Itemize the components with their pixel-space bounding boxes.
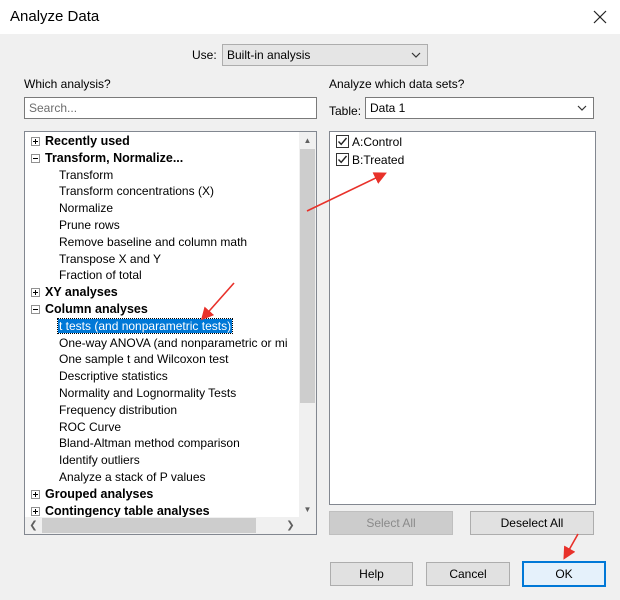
tree-item-label: ROC Curve <box>59 419 122 434</box>
tree-category-label: Contingency table analyses <box>45 503 210 518</box>
tree-item[interactable]: t tests (and nonparametric tests) <box>25 317 297 335</box>
tree-item-label: t tests (and nonparametric tests) <box>56 317 234 334</box>
table-dropdown[interactable]: Data 1 <box>365 97 594 119</box>
tree-item-label: Prune rows <box>59 217 120 232</box>
tree-item[interactable]: Fraction of total <box>25 267 297 284</box>
tree-item-label: Frequency distribution <box>59 402 178 417</box>
close-icon <box>593 10 607 24</box>
tree-item-label: Identify outliers <box>59 453 140 468</box>
tree-item[interactable]: One-way ANOVA (and nonparametric or mi <box>25 335 297 352</box>
scroll-down-icon[interactable]: ▼ <box>299 501 316 518</box>
tree-category[interactable]: Column analyses <box>25 301 297 318</box>
data-set-label: A:Control <box>352 134 403 149</box>
tree-item-label: Transpose X and Y <box>59 251 162 266</box>
tree-item[interactable]: Normalize <box>25 200 297 217</box>
expand-icon[interactable] <box>31 506 40 516</box>
tree-item-label: Fraction of total <box>59 268 142 283</box>
use-label: Use: <box>192 48 217 62</box>
tree-item[interactable]: Frequency distribution <box>25 402 297 419</box>
table-dropdown-value: Data 1 <box>370 101 406 115</box>
scroll-corner <box>299 517 316 534</box>
tree-item[interactable]: Identify outliers <box>25 452 297 469</box>
data-set-label: B:Treated <box>352 152 405 167</box>
tree-item[interactable]: Prune rows <box>25 217 297 234</box>
expand-icon[interactable] <box>31 137 40 146</box>
expand-icon[interactable] <box>31 489 40 499</box>
search-box[interactable] <box>24 97 317 119</box>
chevron-down-icon <box>577 105 587 111</box>
check-icon <box>337 137 348 146</box>
help-button[interactable]: Help <box>330 562 413 586</box>
tree-item-label: One-way ANOVA (and nonparametric or mi <box>59 335 288 350</box>
dialog-title: Analyze Data <box>10 8 100 25</box>
tree-category[interactable]: Grouped analyses <box>25 486 297 503</box>
title-bar: Analyze Data <box>0 0 620 34</box>
tree-category[interactable]: XY analyses <box>25 284 297 301</box>
collapse-icon[interactable] <box>31 304 40 314</box>
check-icon <box>337 155 348 164</box>
data-sets-heading: Analyze which data sets? <box>329 77 465 91</box>
data-set-item[interactable]: B:Treated <box>336 151 404 168</box>
tree-item-label: Normalize <box>59 201 114 216</box>
tree-category-label: Transform, Normalize... <box>45 150 184 165</box>
ok-button[interactable]: OK <box>522 561 606 587</box>
tree-item[interactable]: Remove baseline and column math <box>25 234 297 251</box>
tree-item[interactable]: Transpose X and Y <box>25 251 297 268</box>
scroll-left-icon[interactable]: ❮ <box>25 517 42 534</box>
analysis-tree-list: Recently used Transform, Normalize... Tran… <box>25 133 297 519</box>
tree-item-label: One sample t and Wilcoxon test <box>59 352 229 367</box>
tree-horizontal-scrollbar[interactable]: ❮ ❯ <box>25 517 316 534</box>
table-label: Table: <box>329 104 362 118</box>
tree-item[interactable]: Normality and Lognormality Tests <box>25 385 297 402</box>
data-set-checkbox[interactable] <box>336 135 349 148</box>
tree-item[interactable]: ROC Curve <box>25 419 297 436</box>
collapse-icon[interactable] <box>31 153 40 163</box>
tree-category[interactable]: Recently used <box>25 133 297 150</box>
which-analysis-heading: Which analysis? <box>24 77 111 91</box>
tree-item-label: Bland-Altman method comparison <box>59 436 240 451</box>
tree-item[interactable]: Transform <box>25 167 297 184</box>
tree-category[interactable]: Transform, Normalize... <box>25 150 297 167</box>
select-all-button[interactable]: Select All <box>329 511 453 535</box>
close-button[interactable] <box>588 5 612 29</box>
tree-item-label: Analyze a stack of P values <box>59 469 206 484</box>
tree-item-label: Transform concentrations (X) <box>59 184 214 199</box>
tree-item[interactable]: Transform concentrations (X) <box>25 183 297 200</box>
tree-category-label: Column analyses <box>45 301 148 316</box>
use-dropdown-value: Built-in analysis <box>227 48 311 62</box>
cancel-button[interactable]: Cancel <box>426 562 510 586</box>
chevron-down-icon <box>411 52 421 58</box>
data-sets-list: A:Control B:Treated <box>329 131 596 505</box>
tree-item-label: Remove baseline and column math <box>59 234 248 249</box>
search-input[interactable] <box>25 98 316 118</box>
deselect-all-button[interactable]: Deselect All <box>470 511 594 535</box>
expand-icon[interactable] <box>31 288 40 298</box>
tree-vertical-scrollbar[interactable]: ▲ ▼ <box>299 132 316 518</box>
tree-horizontal-scroll-thumb[interactable] <box>42 518 256 533</box>
tree-item-label: Normality and Lognormality Tests <box>59 385 237 400</box>
tree-item-label: Transform <box>59 167 114 182</box>
analysis-tree[interactable]: Recently used Transform, Normalize... Tran… <box>24 131 317 535</box>
scroll-up-icon[interactable]: ▲ <box>299 132 316 149</box>
tree-vertical-scroll-thumb[interactable] <box>300 149 315 403</box>
tree-item[interactable]: Descriptive statistics <box>25 368 297 385</box>
tree-category-label: Grouped analyses <box>45 486 154 501</box>
tree-item[interactable]: Analyze a stack of P values <box>25 469 297 486</box>
tree-category-label: XY analyses <box>45 285 118 300</box>
tree-category-label: Recently used <box>45 134 130 148</box>
tree-item-label: Descriptive statistics <box>59 369 168 384</box>
tree-item[interactable]: One sample t and Wilcoxon test <box>25 351 297 368</box>
data-set-checkbox[interactable] <box>336 153 349 166</box>
use-dropdown[interactable]: Built-in analysis <box>222 44 428 66</box>
scroll-right-icon[interactable]: ❯ <box>282 517 299 534</box>
annotation-arrow-ok <box>563 533 579 560</box>
tree-item[interactable]: Bland-Altman method comparison <box>25 435 297 452</box>
data-set-item[interactable]: A:Control <box>336 133 402 150</box>
